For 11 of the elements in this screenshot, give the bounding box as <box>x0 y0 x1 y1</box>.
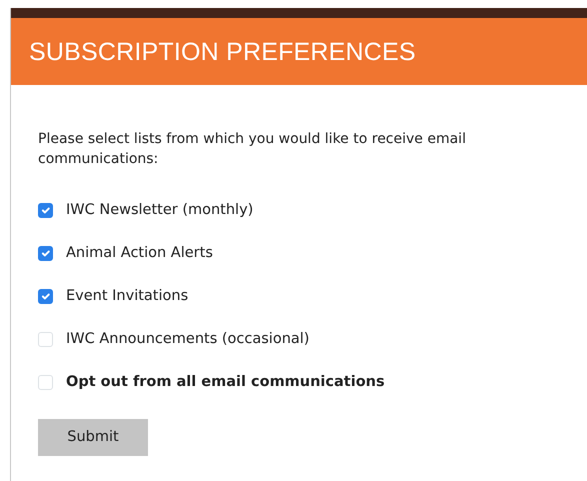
checkbox[interactable] <box>38 246 53 261</box>
page-title: SUBSCRIPTION PREFERENCES <box>29 36 416 66</box>
checkbox-label[interactable]: Animal Action Alerts <box>66 242 213 264</box>
checkbox-label[interactable]: IWC Newsletter (monthly) <box>66 200 254 222</box>
checkbox[interactable] <box>38 289 53 304</box>
checkbox-label[interactable]: Event Invitations <box>66 286 188 308</box>
checkbox[interactable] <box>38 203 53 218</box>
submit-button[interactable]: Submit <box>38 419 148 456</box>
checkbox-label[interactable]: Opt out from all email communications <box>66 372 385 394</box>
checkbox-label[interactable]: IWC Announcements (occasional) <box>66 328 310 350</box>
instructions-text: Please select lists from which you would like to receive email communications: <box>38 130 467 169</box>
